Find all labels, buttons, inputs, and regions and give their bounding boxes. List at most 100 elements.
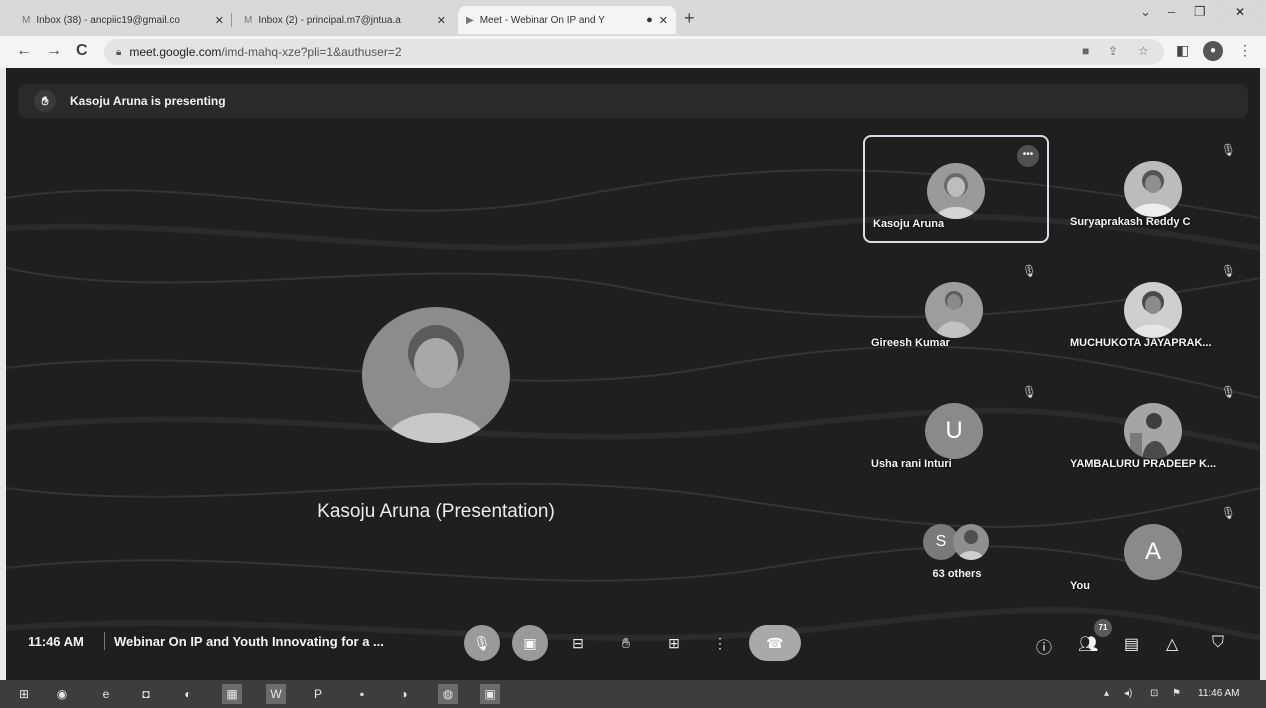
forward-button[interactable]: → bbox=[46, 42, 62, 60]
browser-menu-icon[interactable]: ⋮ bbox=[1238, 42, 1252, 59]
participant-tile-usha-rani[interactable]: 🎙︎ U Usha rani Inturi bbox=[863, 377, 1049, 485]
people-count-badge: 71 bbox=[1094, 619, 1112, 637]
tab-search-button[interactable]: ⌄ bbox=[1140, 4, 1151, 20]
photos-icon[interactable]: ▣ bbox=[480, 684, 500, 704]
back-button[interactable]: ← bbox=[16, 42, 32, 60]
new-tab-button[interactable]: + bbox=[684, 8, 695, 29]
app-icon[interactable]: ▪ bbox=[352, 684, 372, 704]
meeting-clock: 11:46 AM bbox=[28, 634, 84, 649]
participant-tile-suryaprakash[interactable]: 🎙︎ Suryaprakash Reddy C bbox=[1062, 135, 1248, 243]
presenter-name: Kasoju Aruna (Presentation) bbox=[317, 501, 555, 522]
tab-google-meet[interactable]: ▶ Meet - Webinar On IP and Y ● ✕ bbox=[458, 6, 676, 34]
participant-name: Suryaprakash Reddy C bbox=[1070, 216, 1191, 228]
gmail-icon: M bbox=[22, 14, 31, 26]
presenting-banner: ✋︎ Kasoju Aruna is presenting bbox=[18, 84, 1248, 118]
participant-tile-muchukota[interactable]: 🎙︎ MUCHUKOTA JAYAPRAK... bbox=[1062, 256, 1248, 364]
notification-icon[interactable]: ⚑ bbox=[1172, 688, 1181, 699]
windows-taskbar: ⊞ ◉ e ◘ ◐ ▦ W P ▪ ◑ ◍ ▣ ▴ ◂) ⊡ ⚑ 11:46 A… bbox=[0, 680, 1266, 708]
participant-name: MUCHUKOTA JAYAPRAK... bbox=[1070, 337, 1212, 349]
host-controls-icon[interactable]: ⛉ bbox=[1212, 634, 1224, 652]
close-tab-icon[interactable]: ✕ bbox=[659, 14, 668, 27]
people-icon[interactable]: 👥︎ bbox=[1078, 634, 1098, 654]
captions-button[interactable]: ⊟ bbox=[560, 625, 596, 661]
close-tab-icon[interactable]: ✕ bbox=[437, 14, 446, 27]
participant-name: YAMBALURU PRADEEP K... bbox=[1070, 458, 1217, 470]
presenter-avatar bbox=[362, 307, 510, 443]
lock-icon: 🔒︎ bbox=[116, 46, 122, 58]
participant-avatar bbox=[925, 282, 983, 338]
outlook-icon[interactable]: ◘ bbox=[136, 684, 156, 704]
network-icon[interactable]: ⊡ bbox=[1150, 688, 1158, 699]
browser-tabstrip: M Inbox (38) - ancpiic19@gmail.co ✕ M In… bbox=[0, 0, 1266, 36]
profile-avatar[interactable]: ● bbox=[1203, 41, 1223, 61]
taskbar-clock[interactable]: 11:46 AM bbox=[1198, 688, 1240, 699]
mic-off-icon: 🎙︎ bbox=[1220, 506, 1236, 520]
mic-off-icon: 🎙︎ bbox=[1220, 264, 1236, 278]
reload-button[interactable]: C bbox=[76, 42, 88, 60]
bottom-bar-divider bbox=[104, 632, 105, 650]
tab-label: Inbox (2) - principal.m7@jntua.a bbox=[258, 14, 401, 26]
participant-tile-you[interactable]: 🎙︎ A You bbox=[1062, 498, 1248, 606]
participant-name: You bbox=[1070, 580, 1090, 592]
participant-tile-kasoju-aruna[interactable]: ••• Kasoju Aruna bbox=[863, 135, 1049, 243]
app-icon-2[interactable]: ◑ bbox=[394, 684, 414, 704]
more-options-icon[interactable]: ••• bbox=[1017, 145, 1039, 167]
participant-tile-others[interactable]: S 63 others bbox=[863, 504, 1049, 612]
microphone-off-button[interactable]: 🎙︎ bbox=[464, 625, 500, 661]
raise-hand-button[interactable]: ✋︎ bbox=[608, 625, 644, 661]
screen: M Inbox (38) - ancpiic19@gmail.co ✕ M In… bbox=[0, 0, 1266, 708]
camera-in-use-icon[interactable]: ■ bbox=[1082, 44, 1089, 58]
tab-gmail-inbox-2[interactable]: M Inbox (2) - principal.m7@jntua.a ✕ bbox=[236, 6, 454, 34]
side-panel-icon[interactable]: ◧ bbox=[1176, 42, 1189, 59]
task-view-icon[interactable]: ◉ bbox=[52, 684, 72, 704]
url-host: meet.google.com bbox=[129, 45, 222, 59]
address-bar[interactable]: 🔒︎ meet.google.com /imd-mahq-xze?pli=1&a… bbox=[104, 39, 1164, 65]
present-screen-button[interactable]: ⊞ bbox=[656, 625, 692, 661]
restore-button[interactable]: ❐ bbox=[1194, 4, 1206, 20]
url-path: /imd-mahq-xze?pli=1&authuser=2 bbox=[221, 45, 402, 59]
participant-avatar bbox=[953, 524, 989, 560]
tab-separator bbox=[231, 13, 232, 27]
others-count-label: 63 others bbox=[932, 568, 982, 580]
camera-off-button[interactable]: ▣ bbox=[512, 625, 548, 661]
tray-overflow-icon[interactable]: ▴ bbox=[1104, 688, 1109, 699]
participant-name: Usha rani Inturi bbox=[871, 458, 952, 470]
chat-icon[interactable]: ▤ bbox=[1124, 634, 1139, 654]
powerpoint-icon[interactable]: P bbox=[308, 684, 328, 704]
participant-initial: U bbox=[925, 403, 983, 459]
participant-avatar bbox=[1124, 282, 1182, 338]
meeting-title: Webinar On IP and Youth Innovating for a… bbox=[114, 634, 384, 649]
participant-avatar bbox=[1124, 161, 1182, 217]
gmail-icon: M bbox=[244, 14, 253, 26]
file-explorer-icon[interactable]: ▦ bbox=[222, 684, 242, 704]
participant-tile-gireesh[interactable]: 🎙︎ Gireesh Kumar bbox=[863, 256, 1049, 364]
word-icon[interactable]: W bbox=[266, 684, 286, 704]
internet-explorer-icon[interactable]: e bbox=[96, 684, 116, 704]
tab-label: Meet - Webinar On IP and Y bbox=[479, 14, 605, 26]
participant-initial: A bbox=[1124, 524, 1182, 580]
mic-off-icon: 🎙︎ bbox=[1021, 264, 1037, 278]
more-options-button[interactable]: ⋮ bbox=[702, 625, 738, 661]
minimize-button[interactable]: – bbox=[1168, 4, 1175, 19]
banner-text: Kasoju Aruna is presenting bbox=[70, 94, 226, 108]
meeting-info-icon[interactable]: ⓘ bbox=[1036, 634, 1052, 658]
activities-icon[interactable]: △ bbox=[1166, 634, 1178, 654]
close-tab-icon[interactable]: ✕ bbox=[215, 14, 224, 27]
leave-call-button[interactable]: ☎︎ bbox=[749, 625, 801, 661]
tab-gmail-inbox-1[interactable]: M Inbox (38) - ancpiic19@gmail.co ✕ bbox=[14, 6, 232, 34]
participant-avatar bbox=[927, 163, 985, 219]
meet-icon: ▶ bbox=[466, 14, 474, 26]
participant-name: Gireesh Kumar bbox=[871, 337, 950, 349]
window-close-button[interactable]: ✕ bbox=[1218, 2, 1262, 22]
chrome-active-icon[interactable]: ◍ bbox=[438, 684, 458, 704]
volume-icon[interactable]: ◂) bbox=[1124, 688, 1132, 699]
participant-name: Kasoju Aruna bbox=[873, 218, 945, 230]
bookmark-star-icon[interactable]: ☆ bbox=[1138, 44, 1149, 58]
meet-stage: ✋︎ Kasoju Aruna is presenting Kasoju Aru… bbox=[6, 68, 1260, 680]
share-icon[interactable]: ⇪ bbox=[1108, 44, 1118, 58]
chrome-icon[interactable]: ◐ bbox=[178, 684, 198, 704]
presenting-hand-icon: ✋︎ bbox=[34, 90, 56, 112]
start-icon[interactable]: ⊞ bbox=[14, 684, 34, 704]
participant-avatar bbox=[1124, 403, 1182, 459]
participant-tile-yambaluru[interactable]: 🎙︎ YAMBALURU PRADEEP K... bbox=[1062, 377, 1248, 485]
